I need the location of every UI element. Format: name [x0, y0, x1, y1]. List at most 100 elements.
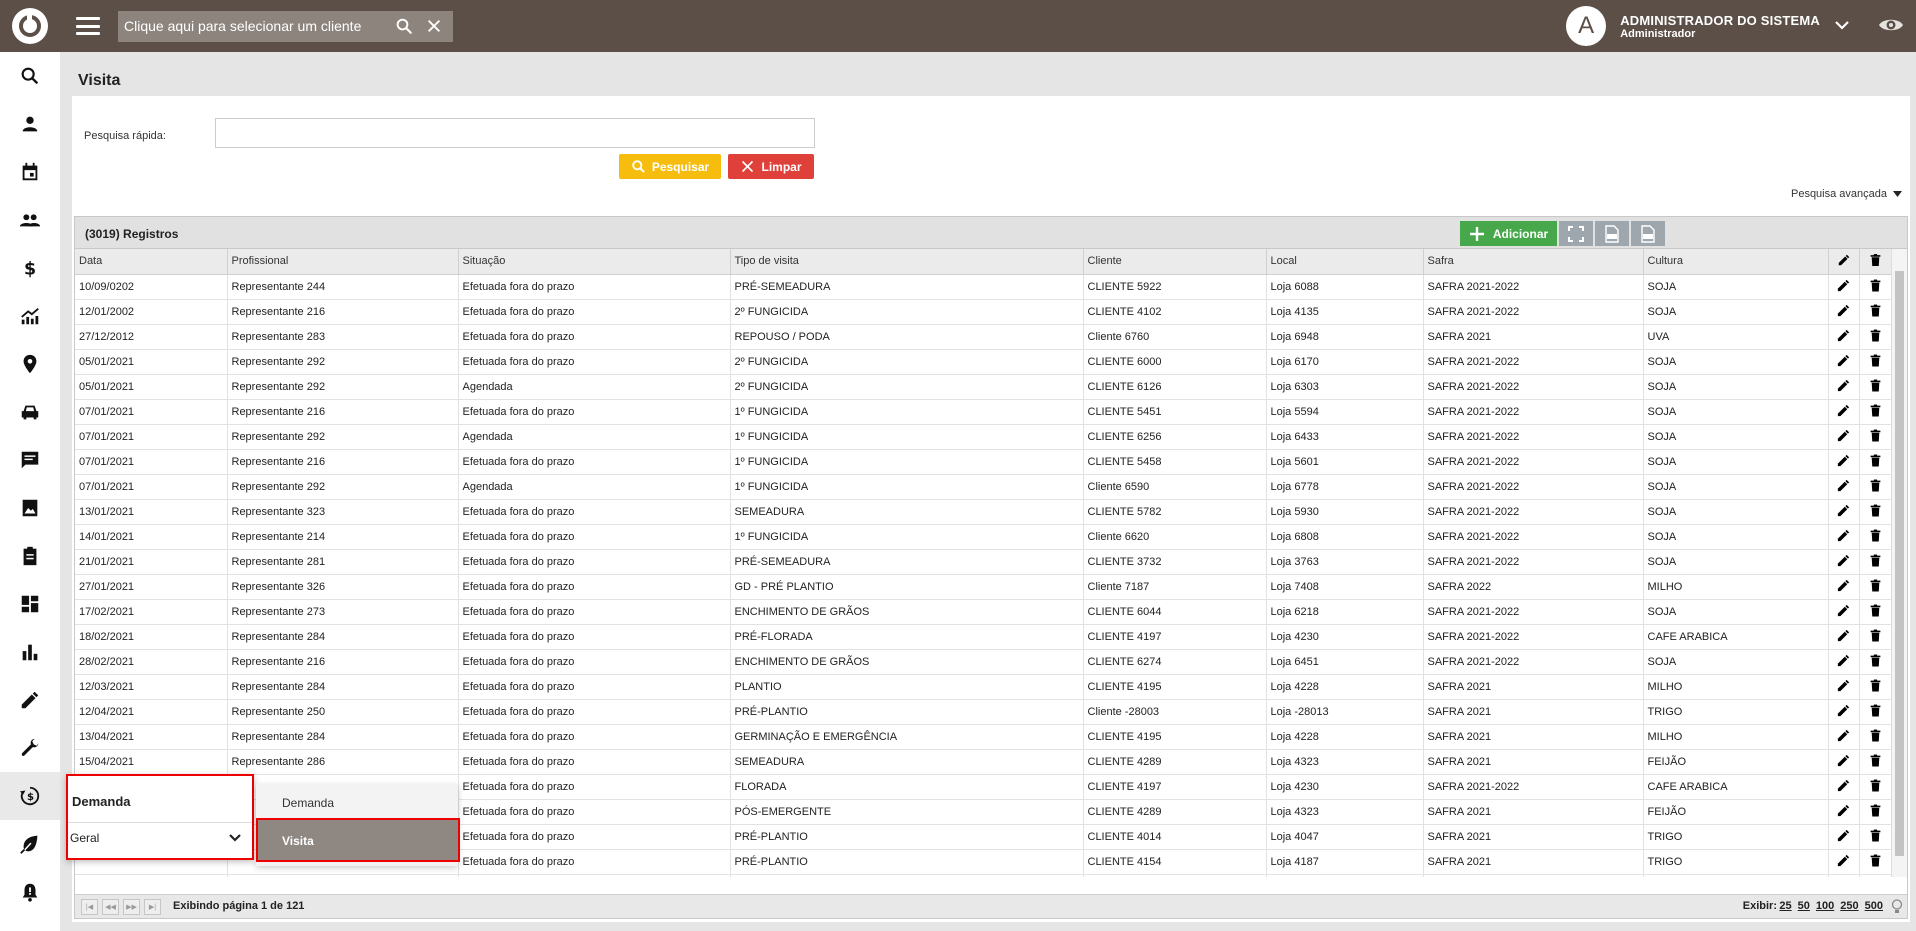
table-row[interactable]: 14/01/2021 Representante 214 Efetuada fora…: [75, 524, 1892, 550]
delete-button[interactable]: [1859, 599, 1892, 625]
table-row[interactable]: 12/04/2021 Representante 250 Efetuada fora…: [75, 699, 1892, 725]
column-header[interactable]: Cliente: [1083, 249, 1267, 275]
quick-search-input[interactable]: [215, 118, 815, 148]
submenu-item-demanda[interactable]: Demanda: [256, 784, 458, 820]
search-button[interactable]: Pesquisar: [619, 154, 721, 179]
column-header[interactable]: Situação: [458, 249, 731, 275]
delete-button[interactable]: [1859, 299, 1892, 325]
chevron-down-icon[interactable]: [1834, 19, 1850, 34]
edit-button[interactable]: [1828, 674, 1860, 700]
close-icon[interactable]: [421, 13, 447, 39]
table-row[interactable]: 13/04/2021 Representante 284 Efetuada fora…: [75, 724, 1892, 750]
edit-button[interactable]: [1828, 549, 1860, 575]
table-row[interactable]: 17/05/2021Representante 222AgendadaPRÉ-S…: [75, 874, 1892, 877]
table-row[interactable]: 07/01/2021 Representante 216 Efetuada fora…: [75, 399, 1892, 425]
delete-button[interactable]: [1859, 749, 1892, 775]
delete-button[interactable]: [1859, 499, 1892, 525]
edit-button[interactable]: [1828, 599, 1860, 625]
sidebar-item-messages[interactable]: [0, 436, 60, 484]
page-size-250[interactable]: 250: [1840, 900, 1858, 912]
table-row[interactable]: 28/02/2021 Representante 216 Efetuada fora…: [75, 649, 1892, 675]
delete-button[interactable]: [1859, 424, 1892, 450]
delete-button[interactable]: [1859, 824, 1892, 850]
delete-button[interactable]: [1859, 524, 1892, 550]
submenu-group-select[interactable]: Geral: [68, 822, 252, 852]
sidebar-item-gallery[interactable]: [0, 484, 60, 532]
edit-button[interactable]: [1828, 799, 1860, 825]
sidebar-item-agro[interactable]: [0, 820, 60, 868]
edit-button[interactable]: [1828, 849, 1860, 875]
edit-button[interactable]: [1828, 699, 1860, 725]
sidebar-item-edit[interactable]: [0, 676, 60, 724]
delete-button[interactable]: [1859, 874, 1892, 877]
delete-button[interactable]: [1859, 649, 1892, 675]
eye-icon[interactable]: [1878, 16, 1904, 37]
sidebar-item-finance[interactable]: $: [0, 244, 60, 292]
lightbulb-icon[interactable]: [1891, 899, 1903, 917]
delete-button[interactable]: [1859, 349, 1892, 375]
table-row[interactable]: 07/01/2021 Representante 292 Agendada 1º FU…: [75, 424, 1892, 450]
table-row[interactable]: 05/01/2021 Representante 292 Agendada 2º FU…: [75, 374, 1892, 400]
delete-button[interactable]: [1859, 674, 1892, 700]
table-row[interactable]: 05/01/2021 Representante 292 Efetuada fora…: [75, 349, 1892, 375]
table-row[interactable]: 10/09/0202 Representante 244 Efetuada fora…: [75, 274, 1892, 300]
delete-button[interactable]: [1859, 849, 1892, 875]
page-size-25[interactable]: 25: [1779, 900, 1791, 912]
edit-button[interactable]: [1828, 824, 1860, 850]
edit-button[interactable]: [1828, 649, 1860, 675]
column-header[interactable]: Cultura: [1643, 249, 1829, 275]
menu-icon[interactable]: [76, 17, 100, 35]
table-row[interactable]: 07/01/2021 Representante 216 Efetuada fora…: [75, 449, 1892, 475]
delete-button[interactable]: [1859, 274, 1892, 300]
delete-button[interactable]: [1859, 799, 1892, 825]
table-row[interactable]: 18/02/2021 Representante 284 Efetuada fora…: [75, 624, 1892, 650]
table-row[interactable]: 07/01/2021 Representante 292 Agendada 1º FU…: [75, 474, 1892, 500]
edit-button[interactable]: [1828, 349, 1860, 375]
delete-button[interactable]: [1859, 374, 1892, 400]
delete-button[interactable]: [1859, 399, 1892, 425]
edit-button[interactable]: [1828, 374, 1860, 400]
edit-button[interactable]: [1828, 399, 1860, 425]
table-row[interactable]: 15/04/2021 Representante 286 Efetuada fora…: [75, 749, 1892, 775]
clear-button[interactable]: Limpar: [728, 154, 814, 179]
column-header[interactable]: Safra: [1423, 249, 1644, 275]
sidebar-item-alerts[interactable]: [0, 868, 60, 916]
delete-button[interactable]: [1859, 549, 1892, 575]
sidebar-item-people[interactable]: [0, 196, 60, 244]
delete-button[interactable]: [1859, 449, 1892, 475]
delete-button[interactable]: [1859, 724, 1892, 750]
edit-button[interactable]: [1828, 749, 1860, 775]
table-row[interactable]: 21/01/2021 Representante 281 Efetuada fora…: [75, 549, 1892, 575]
table-row[interactable]: 12/01/2002 Representante 216 Efetuada fora…: [75, 299, 1892, 325]
delete-button[interactable]: [1859, 699, 1892, 725]
table-row[interactable]: 12/03/2021 Representante 284 Efetuada fora…: [75, 674, 1892, 700]
delete-button[interactable]: [1859, 474, 1892, 500]
table-row[interactable]: 17/02/2021 Representante 273 Efetuada fora…: [75, 599, 1892, 625]
export-csv-button[interactable]: [1595, 221, 1629, 246]
delete-button[interactable]: [1859, 774, 1892, 800]
sidebar-item-tasks[interactable]: [0, 532, 60, 580]
page-size-50[interactable]: 50: [1798, 900, 1810, 912]
logo-icon[interactable]: [12, 8, 48, 44]
delete-button[interactable]: [1859, 324, 1892, 350]
table-row[interactable]: 27/12/2012 Representante 283 Efetuada fora…: [75, 324, 1892, 350]
edit-button[interactable]: [1828, 874, 1860, 877]
edit-button[interactable]: [1828, 324, 1860, 350]
edit-button[interactable]: [1828, 299, 1860, 325]
sidebar-item-person[interactable]: [0, 100, 60, 148]
edit-button[interactable]: [1828, 474, 1860, 500]
sidebar-item-analytics[interactable]: [0, 292, 60, 340]
sidebar-item-dashboard[interactable]: [0, 580, 60, 628]
export-xls-button[interactable]: [1631, 221, 1665, 246]
avatar[interactable]: A: [1566, 6, 1607, 46]
last-page-button[interactable]: ▶|: [144, 899, 161, 915]
edit-button[interactable]: [1828, 574, 1860, 600]
edit-button[interactable]: [1828, 449, 1860, 475]
prev-page-button[interactable]: ◀◀: [102, 899, 119, 915]
sidebar-item-search[interactable]: [0, 52, 60, 100]
column-header[interactable]: Tipo de visita: [730, 249, 1084, 275]
edit-button[interactable]: [1828, 724, 1860, 750]
sidebar-item-location[interactable]: [0, 340, 60, 388]
edit-button[interactable]: [1828, 774, 1860, 800]
next-page-button[interactable]: ▶▶: [123, 899, 140, 915]
